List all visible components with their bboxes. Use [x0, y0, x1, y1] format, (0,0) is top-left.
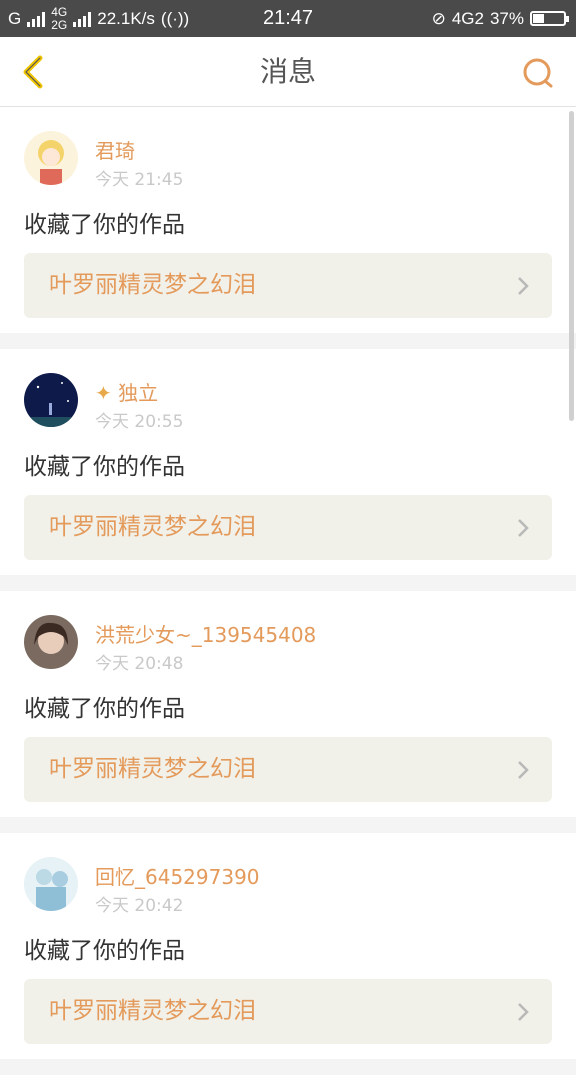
chevron-right-icon	[518, 277, 529, 295]
scrollbar[interactable]	[569, 111, 574, 421]
work-title: 叶罗丽精灵梦之幻泪	[49, 514, 256, 540]
avatar[interactable]	[24, 373, 78, 427]
user-name[interactable]: 回忆_645297390	[95, 861, 260, 890]
app-header: 消息	[0, 37, 576, 107]
user-name[interactable]: ✦ 独立	[95, 377, 158, 406]
search-icon[interactable]	[520, 55, 556, 91]
message-time: 今天 20:55	[95, 412, 184, 432]
message-time: 今天 20:48	[95, 654, 184, 674]
status-bar: G 4G 2G 22.1K/s ((·)) 21:47 ⊘ 4G2 37%	[0, 0, 576, 37]
avatar[interactable]	[24, 857, 78, 911]
message-time: 今天 20:42	[95, 896, 184, 916]
user-name[interactable]: 君琦	[95, 135, 135, 164]
message-card: 君琦 今天 21:45 收藏了你的作品 叶罗丽精灵梦之幻泪	[0, 107, 576, 333]
message-card: 洪荒少女~_139545408 今天 20:48 收藏了你的作品 叶罗丽精灵梦之…	[0, 591, 576, 817]
work-link[interactable]: 叶罗丽精灵梦之幻泪	[24, 253, 552, 318]
page-title: 消息	[259, 55, 316, 88]
chevron-right-icon	[518, 519, 529, 537]
avatar[interactable]	[24, 131, 78, 185]
work-title: 叶罗丽精灵梦之幻泪	[49, 272, 256, 298]
chevron-right-icon	[518, 761, 529, 779]
work-link[interactable]: 叶罗丽精灵梦之幻泪	[24, 495, 552, 560]
user-name[interactable]: 洪荒少女~_139545408	[95, 619, 316, 648]
message-card: ✦ 独立 今天 20:55 收藏了你的作品 叶罗丽精灵梦之幻泪	[0, 349, 576, 575]
user-name-text: 独立	[118, 381, 159, 405]
signal-label: 4G2	[451, 8, 484, 28]
message-text: 收藏了你的作品	[24, 938, 185, 964]
message-text: 收藏了你的作品	[24, 696, 185, 722]
work-title: 叶罗丽精灵梦之幻泪	[49, 756, 256, 782]
message-text: 收藏了你的作品	[24, 212, 185, 238]
battery-percent: 37%	[489, 8, 524, 28]
message-card: 回忆_645297390 今天 20:42 收藏了你的作品 叶罗丽精灵梦之幻泪	[0, 833, 576, 1059]
mute-icon: ⊘	[431, 8, 446, 28]
message-time: 今天 21:45	[95, 170, 184, 190]
sparkle-badge-icon: ✦	[95, 381, 112, 405]
work-link[interactable]: 叶罗丽精灵梦之幻泪	[24, 737, 552, 802]
status-right: ⊘ 4G2 37%	[431, 0, 569, 37]
message-text: 收藏了你的作品	[24, 454, 185, 480]
chevron-right-icon	[518, 1003, 529, 1021]
avatar[interactable]	[24, 615, 78, 669]
work-link[interactable]: 叶罗丽精灵梦之幻泪	[24, 979, 552, 1044]
work-title: 叶罗丽精灵梦之幻泪	[49, 998, 256, 1024]
message-list: 君琦 今天 21:45 收藏了你的作品 叶罗丽精灵梦之幻泪 ✦ 独立 今天 20…	[0, 107, 576, 1075]
battery-icon	[530, 11, 569, 26]
